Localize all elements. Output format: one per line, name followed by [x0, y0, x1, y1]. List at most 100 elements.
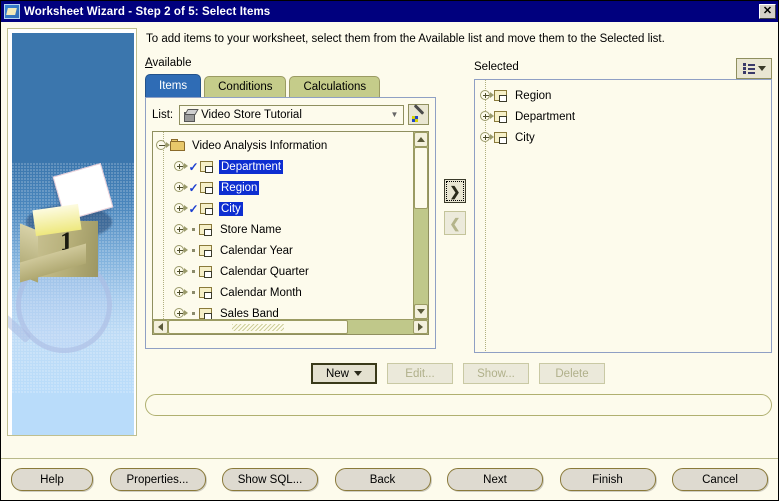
available-tree-body[interactable]: Video Analysis Information ✓ Department	[153, 132, 413, 319]
tree-item-label: Calendar Quarter	[220, 265, 309, 278]
unchecked-marker-icon	[188, 266, 199, 278]
back-button[interactable]: Back	[334, 468, 431, 491]
panes-row: Available Items Conditions Calculations …	[145, 57, 772, 353]
selected-label: Selected	[474, 61, 519, 73]
item-folder-icon	[494, 110, 510, 124]
expand-icon[interactable]	[174, 265, 188, 278]
expand-icon[interactable]	[174, 307, 188, 319]
delete-button[interactable]: Delete	[539, 363, 605, 384]
expand-icon[interactable]	[174, 202, 188, 215]
window-title: Worksheet Wizard - Step 2 of 5: Select I…	[24, 5, 271, 18]
tree-item-label: Region	[219, 180, 260, 195]
tree-item-sales-band[interactable]: Sales Band	[156, 303, 413, 319]
available-tree-inner: Video Analysis Information ✓ Department	[153, 132, 428, 319]
horizontal-scroll-track[interactable]	[348, 320, 413, 334]
checkmark-icon: ✓	[188, 159, 199, 174]
tree-item-region[interactable]: ✓ Region	[156, 177, 413, 198]
tree-item-city[interactable]: ✓ City	[156, 198, 413, 219]
selected-pane: Selected Region Department City	[474, 57, 772, 353]
expand-icon[interactable]	[174, 286, 188, 299]
scroll-left-button[interactable]	[153, 320, 168, 334]
list-combobox[interactable]: Video Store Tutorial ▼	[179, 104, 404, 125]
vertical-scroll-track[interactable]	[414, 209, 428, 304]
arrow-down-icon	[417, 309, 425, 314]
expand-icon[interactable]	[174, 244, 188, 257]
unchecked-marker-icon	[188, 224, 199, 236]
chevron-down-icon[interactable]: ▼	[388, 110, 401, 119]
open-folder-icon	[170, 138, 187, 153]
new-button-label: New	[325, 367, 349, 380]
tab-calculations[interactable]: Calculations	[289, 76, 381, 97]
expand-icon[interactable]	[174, 181, 188, 194]
chevron-right-icon: ❯	[449, 183, 461, 199]
next-button[interactable]: Next	[447, 468, 543, 491]
selected-item-department[interactable]: Department	[480, 106, 771, 127]
unchecked-marker-icon	[188, 308, 199, 320]
expand-icon[interactable]	[480, 131, 494, 144]
selected-item-label: Department	[515, 110, 576, 123]
scroll-right-button[interactable]	[413, 320, 428, 334]
arrow-left-icon	[158, 323, 163, 331]
unchecked-marker-icon	[188, 287, 199, 299]
tree-item-department[interactable]: ✓ Department	[156, 156, 413, 177]
horizontal-scroll-thumb[interactable]	[168, 320, 348, 334]
tree-item-calendar-quarter[interactable]: Calendar Quarter	[156, 261, 413, 282]
close-icon[interactable]: ✕	[759, 4, 776, 19]
edit-button[interactable]: Edit...	[387, 363, 453, 384]
tree-horizontal-scrollbar[interactable]	[153, 319, 428, 334]
tree-vertical-scrollbar[interactable]	[413, 132, 428, 319]
item-folder-icon	[200, 181, 216, 195]
selected-list[interactable]: Region Department City	[474, 79, 772, 353]
unchecked-marker-icon	[188, 245, 199, 257]
selected-item-region[interactable]: Region	[480, 85, 771, 106]
new-button[interactable]: New	[311, 363, 377, 384]
properties-button[interactable]: Properties...	[109, 468, 206, 491]
selected-item-city[interactable]: City	[480, 127, 771, 148]
expand-icon[interactable]	[174, 223, 188, 236]
item-folder-icon	[199, 244, 215, 258]
finish-button[interactable]: Finish	[559, 468, 656, 491]
tree-item-calendar-month[interactable]: Calendar Month	[156, 282, 413, 303]
tree-item-store-name[interactable]: Store Name	[156, 219, 413, 240]
list-label: List:	[152, 108, 174, 121]
tree-root-node[interactable]: Video Analysis Information	[156, 135, 413, 156]
scroll-down-button[interactable]	[414, 304, 428, 319]
tree-root-label: Video Analysis Information	[192, 139, 328, 152]
item-folder-icon	[200, 202, 216, 216]
tree-item-label: Sales Band	[220, 307, 279, 320]
cancel-button[interactable]: Cancel	[672, 468, 768, 491]
selected-item-label: Region	[515, 89, 552, 102]
wand-icon-button[interactable]	[408, 104, 429, 125]
list-view-options-button[interactable]	[736, 58, 772, 79]
list-combobox-value: Video Store Tutorial	[201, 108, 302, 121]
available-tabs: Items Conditions Calculations	[145, 74, 436, 97]
tree-item-label: Calendar Year	[220, 244, 293, 257]
chevron-down-icon	[354, 371, 362, 376]
vertical-scroll-thumb[interactable]	[414, 147, 428, 209]
cube-icon	[183, 108, 197, 122]
show-button[interactable]: Show...	[463, 363, 529, 384]
show-sql-button[interactable]: Show SQL...	[222, 468, 318, 491]
expand-icon[interactable]	[174, 160, 188, 173]
selected-item-label: City	[515, 131, 535, 144]
item-folder-icon	[200, 160, 216, 174]
tab-items[interactable]: Items	[145, 74, 202, 97]
transfer-buttons: ❯ ❮	[436, 57, 474, 353]
add-to-selected-button[interactable]: ❯	[444, 179, 466, 203]
footer-button-bar: Help Properties... Show SQL... Back Next…	[1, 458, 778, 500]
tab-conditions[interactable]: Conditions	[204, 76, 287, 97]
remove-from-selected-button[interactable]: ❮	[444, 211, 466, 235]
instruction-text: To add items to your worksheet, select t…	[146, 33, 665, 45]
tree-item-calendar-year[interactable]: Calendar Year	[156, 240, 413, 261]
expand-icon[interactable]	[480, 89, 494, 102]
scroll-up-button[interactable]	[414, 132, 428, 147]
title-bar: Worksheet Wizard - Step 2 of 5: Select I…	[1, 1, 778, 22]
wizard-icon	[4, 4, 20, 19]
help-button[interactable]: Help	[11, 468, 93, 491]
item-folder-icon	[199, 307, 215, 319]
main-area: To add items to your worksheet, select t…	[145, 28, 772, 458]
list-view-icon	[742, 63, 755, 74]
collapse-icon[interactable]	[156, 139, 170, 152]
banner-lower-fill	[12, 393, 134, 435]
expand-icon[interactable]	[480, 110, 494, 123]
